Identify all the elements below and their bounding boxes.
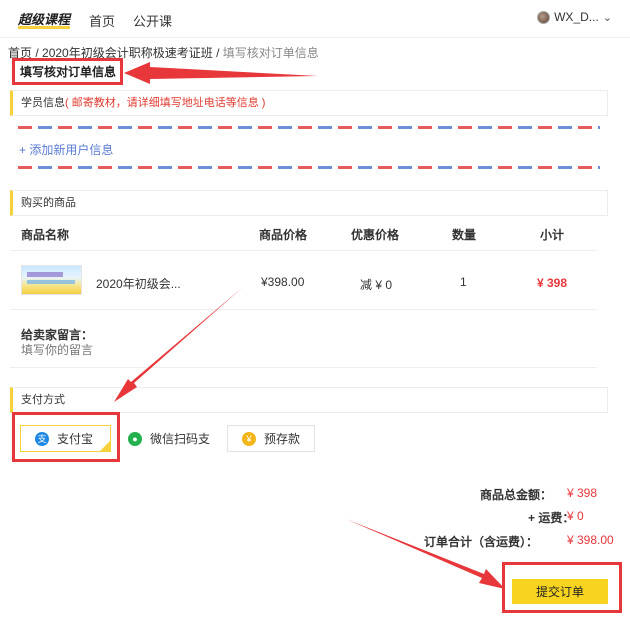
product-price: ¥398.00 bbox=[261, 275, 305, 289]
product-subtotal: ¥ 398 bbox=[537, 276, 568, 290]
wechat-icon: ● bbox=[128, 431, 142, 446]
breadcrumb-current: 填写核对订单信息 bbox=[222, 46, 319, 60]
alipay-icon: 支 bbox=[35, 431, 49, 446]
products-header: 购买的商品 bbox=[10, 190, 608, 216]
goods-total-value: ¥ 398 bbox=[567, 486, 598, 500]
student-info-header: 学员信息( 邮寄教材，请详细填写地址电话等信息 ) bbox=[10, 90, 608, 116]
arrow-to-title bbox=[124, 62, 318, 84]
address-divider-bottom bbox=[18, 166, 600, 169]
page-title: 填写核对订单信息 bbox=[20, 65, 117, 79]
pay-option-wechat[interactable]: ● 微信扫码支 bbox=[120, 425, 216, 452]
product-quantity: 1 bbox=[460, 275, 467, 289]
column-header-qty: 数量 bbox=[452, 228, 477, 242]
column-header-name: 商品名称 bbox=[21, 228, 70, 242]
svg-text:超级课程: 超级课程 bbox=[18, 12, 72, 28]
pay-option-alipay[interactable]: 支 支付宝 bbox=[20, 425, 111, 452]
arrow-to-submit bbox=[346, 519, 505, 589]
breadcrumb-home[interactable]: 首页 bbox=[8, 46, 32, 60]
add-user-link[interactable]: + 添加新用户信息 bbox=[19, 141, 113, 158]
pay-option-deposit[interactable]: ¥ 预存款 bbox=[227, 425, 315, 452]
table-divider bbox=[10, 309, 597, 310]
product-name[interactable]: 2020年初级会... bbox=[96, 275, 181, 292]
site-logo[interactable]: 超级课程 bbox=[18, 8, 72, 30]
remark-input[interactable]: 填写你的留言 bbox=[21, 341, 93, 358]
payment-header: 支付方式 bbox=[10, 387, 608, 413]
column-header-discount: 优惠价格 bbox=[351, 228, 400, 242]
submit-order-button[interactable]: 提交订单 bbox=[512, 579, 608, 604]
goods-total-label: 商品总金额： bbox=[480, 488, 553, 502]
table-divider bbox=[10, 367, 597, 368]
yen-coin-icon: ¥ bbox=[242, 431, 256, 446]
top-navbar: 超级课程 首页 公开课 WX_D... ⌄ bbox=[0, 0, 630, 38]
breadcrumb-course[interactable]: 2020年初级会计职称极速考证班 bbox=[42, 46, 213, 60]
address-divider-top bbox=[18, 126, 600, 129]
column-header-subtotal: 小计 bbox=[540, 228, 565, 242]
user-name: WX_D... bbox=[554, 10, 599, 24]
user-menu[interactable]: WX_D... ⌄ bbox=[537, 10, 612, 24]
table-divider bbox=[10, 250, 597, 251]
arrow-to-payment bbox=[114, 287, 243, 402]
column-header-price: 商品价格 bbox=[259, 228, 308, 242]
breadcrumb: 首页 / 2020年初级会计职称极速考证班 / 填写核对订单信息 bbox=[8, 46, 319, 60]
nav-open-course-link[interactable]: 公开课 bbox=[133, 11, 172, 30]
order-total-label: 订单合计（含运费）： bbox=[424, 535, 539, 549]
order-total-value: ¥ 398.00 bbox=[567, 533, 614, 547]
product-thumbnail[interactable] bbox=[21, 265, 82, 295]
avatar bbox=[537, 10, 551, 24]
nav-home-link[interactable]: 首页 bbox=[89, 11, 115, 30]
chevron-down-icon: ⌄ bbox=[602, 11, 612, 24]
product-discount: 减 ¥ 0 bbox=[360, 278, 393, 292]
student-info-hint: ( 邮寄教材，请详细填写地址电话等信息 ) bbox=[65, 97, 266, 109]
shipping-value: ¥ 0 bbox=[567, 509, 584, 523]
